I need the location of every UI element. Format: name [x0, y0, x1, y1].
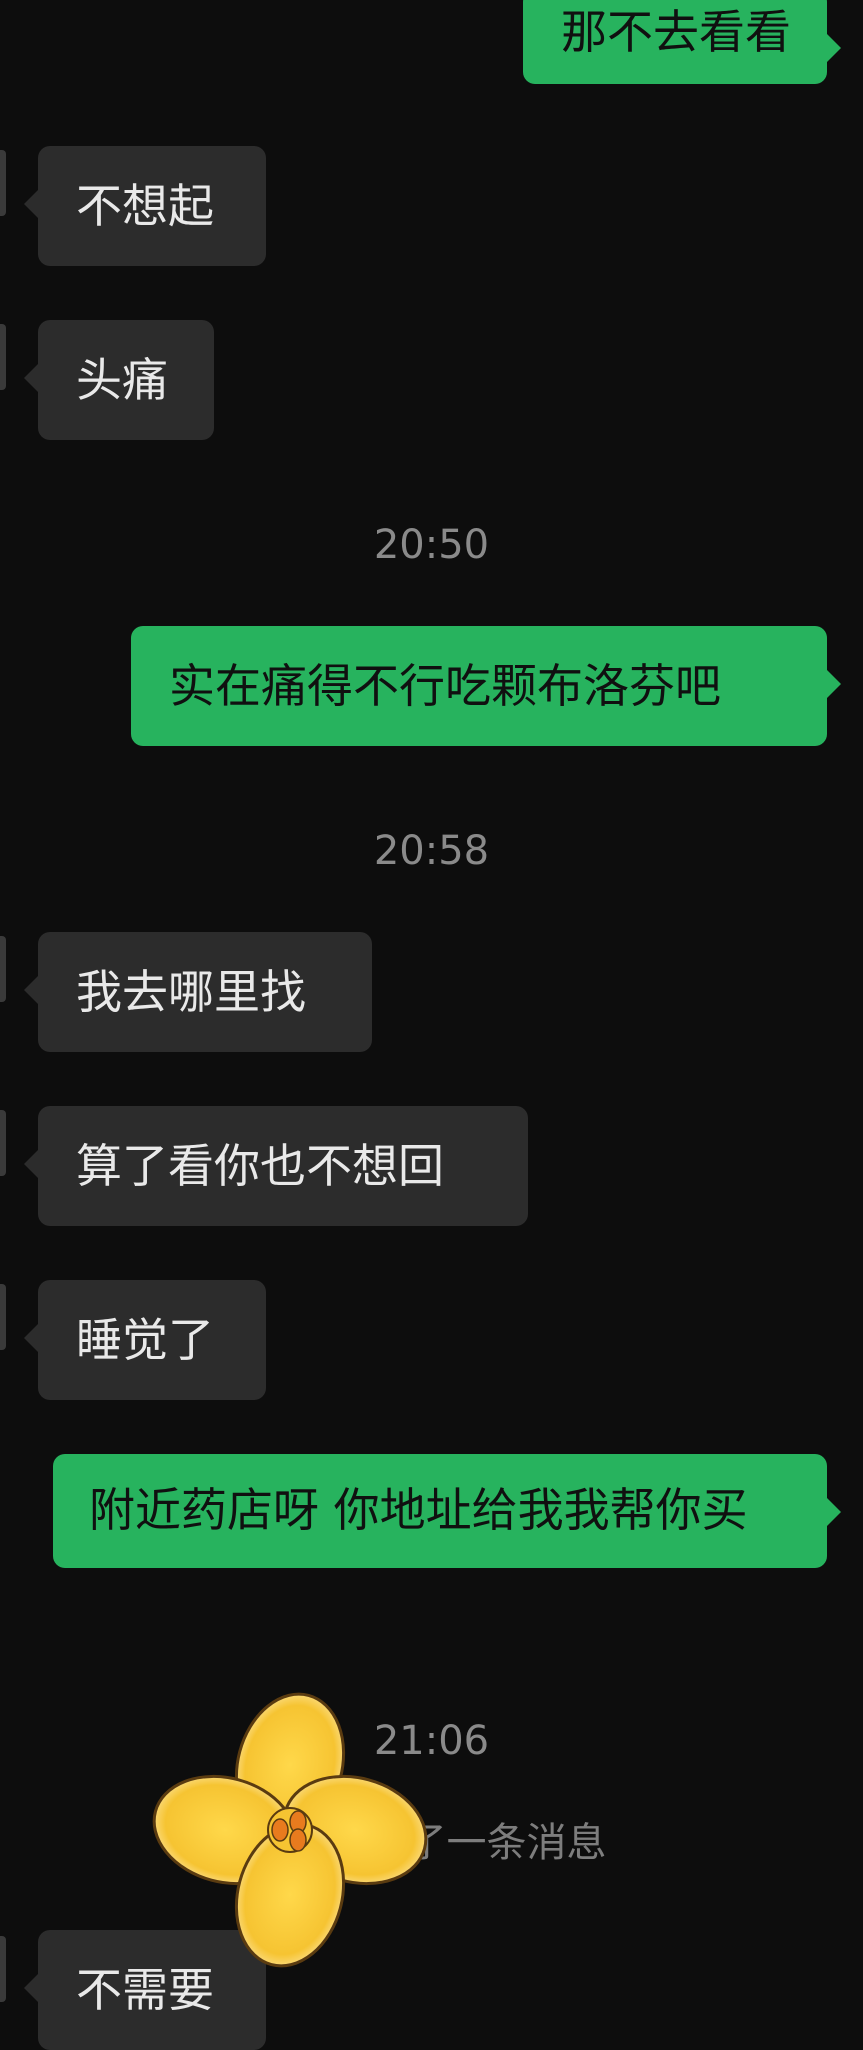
chat-conversation: 那不去看看 不想起 头痛 20:50 实在痛得不行吃颗布洛芬吧 20:58 我去…: [0, 0, 863, 2050]
message-text: 附近药店呀 你地址给我我帮你买: [89, 1483, 748, 1537]
message-text: 算了看你也不想回: [76, 1139, 444, 1193]
message-text: 实在痛得不行吃颗布洛芬吧: [169, 659, 721, 713]
avatar[interactable]: [0, 1936, 6, 2002]
message-text: 那不去看看: [561, 5, 791, 59]
message-text: 头痛: [76, 353, 168, 407]
timestamp: 20:58: [373, 828, 490, 874]
message-bubble-incoming[interactable]: 头痛: [24, 320, 214, 440]
message-bubble-incoming[interactable]: 睡觉了: [24, 1280, 266, 1400]
avatar[interactable]: [0, 1284, 6, 1350]
avatar[interactable]: [0, 936, 6, 1002]
message-bubble-outgoing[interactable]: 实在痛得不行吃颗布洛芬吧: [131, 626, 841, 746]
message-text: 不想起: [76, 179, 214, 233]
message-bubble-incoming[interactable]: 算了看你也不想回: [24, 1106, 528, 1226]
timestamp: 20:50: [373, 522, 490, 568]
message-text: 睡觉了: [76, 1313, 214, 1367]
avatar[interactable]: [0, 324, 6, 390]
message-bubble-outgoing[interactable]: 那不去看看: [523, 0, 841, 84]
message-text: 我去哪里找: [76, 965, 306, 1019]
avatar[interactable]: [0, 1110, 6, 1176]
message-bubble-incoming[interactable]: 不想起: [24, 146, 266, 266]
message-bubble-outgoing[interactable]: 附近药店呀 你地址给我我帮你买: [53, 1454, 841, 1568]
avatar[interactable]: [0, 150, 6, 216]
flower-sticker-icon: [152, 1692, 428, 1968]
message-bubble-incoming[interactable]: 我去哪里找: [24, 932, 372, 1052]
